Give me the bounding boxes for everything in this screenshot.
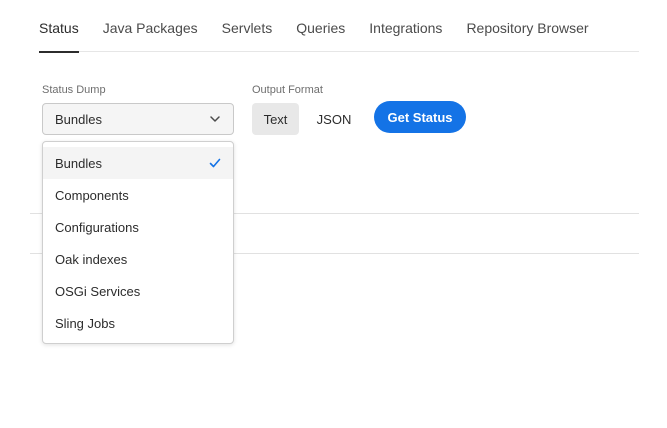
status-dump-picker[interactable]: Bundles xyxy=(42,103,234,135)
menu-item-configurations[interactable]: Configurations xyxy=(43,211,233,243)
tab-servlets[interactable]: Servlets xyxy=(222,0,273,52)
output-format-label: Output Format xyxy=(252,84,323,96)
get-status-button[interactable]: Get Status xyxy=(374,101,466,133)
menu-item-bundles[interactable]: Bundles xyxy=(43,147,233,179)
menu-item-label: Bundles xyxy=(55,155,102,171)
menu-item-osgi-services[interactable]: OSGi Services xyxy=(43,275,233,307)
tab-status[interactable]: Status xyxy=(39,0,79,53)
tab-repository-browser[interactable]: Repository Browser xyxy=(466,0,588,52)
menu-item-label: Configurations xyxy=(55,219,139,235)
output-format-json-option[interactable]: JSON xyxy=(310,103,358,135)
menu-item-label: OSGi Services xyxy=(55,283,141,299)
tab-bar: Status Java Packages Servlets Queries In… xyxy=(39,0,639,53)
menu-item-label: Oak indexes xyxy=(55,251,128,267)
page: Status Java Packages Servlets Queries In… xyxy=(0,0,667,428)
menu-item-oak-indexes[interactable]: Oak indexes xyxy=(43,243,233,275)
tab-java-packages[interactable]: Java Packages xyxy=(103,0,198,52)
menu-item-components[interactable]: Components xyxy=(43,179,233,211)
status-dump-selected-value: Bundles xyxy=(55,111,102,127)
checkmark-icon xyxy=(209,158,221,168)
chevron-down-icon xyxy=(210,116,220,122)
menu-item-label: Sling Jobs xyxy=(55,315,115,331)
status-dump-label: Status Dump xyxy=(42,84,106,96)
output-format-text-option[interactable]: Text xyxy=(252,103,299,135)
status-dump-menu: Bundles Components Configurations Oak in… xyxy=(42,141,234,344)
menu-item-sling-jobs[interactable]: Sling Jobs xyxy=(43,307,233,339)
tab-queries[interactable]: Queries xyxy=(296,0,345,52)
menu-item-label: Components xyxy=(55,187,129,203)
tab-integrations[interactable]: Integrations xyxy=(369,0,442,52)
